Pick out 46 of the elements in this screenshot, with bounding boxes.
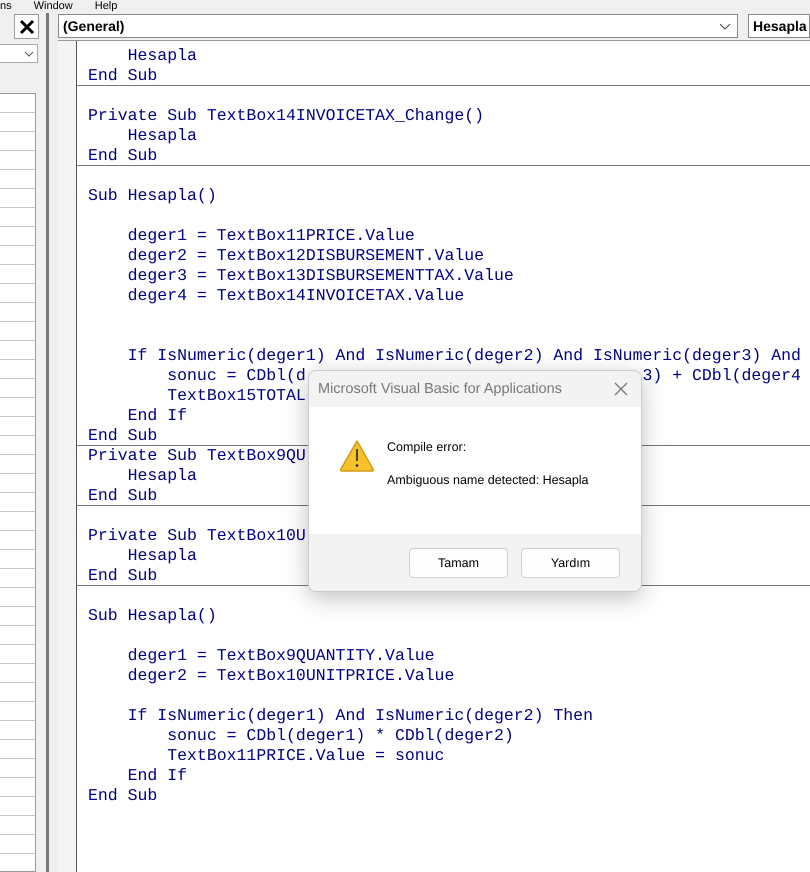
code-line: TextBox15TOTAL xyxy=(166,387,306,405)
error-message: Ambiguous name detected: Hesapla xyxy=(387,473,589,487)
code-line: deger2 = TextBox10UNITPRICE.Value xyxy=(126,667,454,685)
dialog-button[interactable]: Yardım xyxy=(521,548,620,578)
code-line: Hesapla xyxy=(126,467,197,485)
code-line: Private Sub TextBox14INVOICETAX_Change() xyxy=(88,107,484,125)
object-combo[interactable]: (General) xyxy=(58,14,738,38)
code-line: 3) + CDbl(deger4 xyxy=(642,367,801,385)
code-line: Sub Hesapla() xyxy=(88,607,217,625)
code-line: End Sub xyxy=(88,427,158,445)
close-icon xyxy=(18,18,34,34)
code-line: End Sub xyxy=(88,787,158,805)
code-line: Hesapla xyxy=(126,127,197,145)
code-line: TextBox11PRICE.Value = sonuc xyxy=(166,747,444,765)
code-line: deger3 = TextBox13DISBURSEMENTTAX.Value xyxy=(126,267,514,285)
code-line: Private Sub TextBox9QU xyxy=(88,447,306,465)
dialog-button[interactable]: Tamam xyxy=(409,548,508,578)
code-line: Sub Hesapla() xyxy=(88,187,217,205)
close-button[interactable] xyxy=(14,14,39,39)
chevron-icon xyxy=(24,50,34,56)
code-line: sonuc = CDbl(d xyxy=(166,367,306,385)
code-line: If IsNumeric(deger1) And IsNumeric(deger2) And IsNumeric(deger3) And xyxy=(126,347,801,365)
code-line: deger4 = TextBox14INVOICETAX.Value xyxy=(126,287,464,305)
menu-item[interactable]: ns xyxy=(0,0,12,13)
code-line: End Sub xyxy=(88,147,158,165)
procedure-combo[interactable]: Hesapla xyxy=(748,14,810,38)
code-line: End Sub xyxy=(88,67,158,85)
code-line: Private Sub TextBox10U xyxy=(88,527,306,545)
chevron-icon xyxy=(719,22,731,30)
dialog-title: Microsoft Visual Basic for Applications xyxy=(318,381,562,397)
error-heading: Compile error: xyxy=(387,440,468,454)
warning-icon xyxy=(339,439,375,472)
code-line: End If xyxy=(126,407,188,425)
code-line: Hesapla xyxy=(126,547,197,565)
code-line: End Sub xyxy=(88,567,158,585)
code-line: deger1 = TextBox9QUANTITY.Value xyxy=(126,647,435,665)
code-line: End Sub xyxy=(88,487,158,505)
code-line: Hesapla xyxy=(126,47,197,65)
code-line: End If xyxy=(126,767,188,785)
code-line: deger1 = TextBox11PRICE.Value xyxy=(126,227,415,245)
code-line: If IsNumeric(deger1) And IsNumeric(deger2) Then xyxy=(126,707,593,725)
menu-item[interactable]: Window xyxy=(34,0,73,13)
menu-item[interactable]: Help xyxy=(94,0,118,13)
close-icon xyxy=(613,381,629,397)
code-line: sonuc = CDbl(deger1) * CDbl(deger2) xyxy=(166,727,514,745)
code-line: deger2 = TextBox12DISBURSEMENT.Value xyxy=(126,247,484,265)
